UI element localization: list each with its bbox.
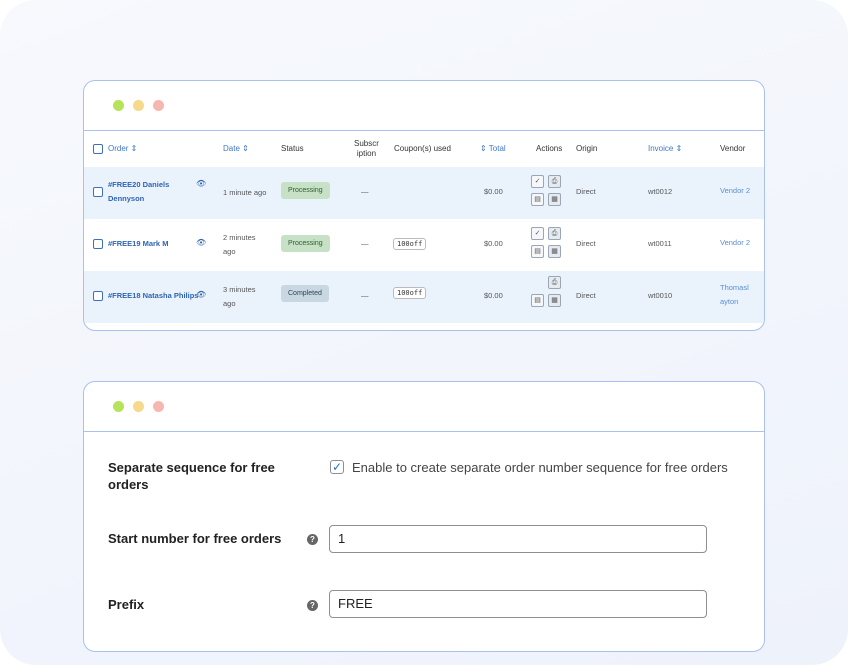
row-checkbox[interactable] <box>93 291 103 301</box>
packing-slip-action-icon[interactable]: ▦ <box>548 193 561 206</box>
window-titlebar <box>84 382 764 432</box>
order-date: 1 minute ago <box>223 187 266 199</box>
invoice-number: wt0012 <box>648 187 673 196</box>
invoice-action-icon[interactable]: ▤ <box>531 193 544 206</box>
settings-window: Separate sequence for free orders ✓ Enab… <box>83 381 765 652</box>
order-link-line2[interactable]: Dennyson <box>108 194 144 203</box>
orders-window: Order ⇕ Date ⇕ Status Subscr iption Coup… <box>83 80 765 331</box>
order-date-line2: ago <box>223 247 236 256</box>
invoice-action-icon[interactable]: ▤ <box>531 245 544 258</box>
row-checkbox[interactable] <box>93 187 103 197</box>
order-date-line1: 2 minutes <box>223 233 256 242</box>
col-order[interactable]: Order ⇕ <box>108 144 137 154</box>
order-origin: Direct <box>576 187 596 196</box>
order-total: $0.00 <box>484 187 503 196</box>
order-link[interactable]: #FREE20 Daniels Dennyson <box>108 178 169 206</box>
prefix-input[interactable]: FREE <box>329 590 707 618</box>
start-number-label: Start number for free orders <box>108 531 282 546</box>
separate-sequence-checkbox-text[interactable]: Enable to create separate order number s… <box>352 460 728 475</box>
window-close-dot[interactable] <box>153 401 164 412</box>
window-close-dot[interactable] <box>153 100 164 111</box>
window-maximize-dot[interactable] <box>113 100 124 111</box>
order-date-line2: ago <box>223 299 236 308</box>
col-total[interactable]: ⇕ Total <box>480 144 506 154</box>
subscription-value: — <box>361 239 369 248</box>
col-subscription-line1: Subscr <box>354 139 379 148</box>
col-coupons: Coupon(s) used <box>394 144 451 153</box>
order-total: $0.00 <box>484 291 503 300</box>
col-actions: Actions <box>536 144 563 153</box>
invoice-action-icon[interactable]: ▤ <box>531 294 544 307</box>
table-row: #FREE20 Daniels Dennyson 👁 1 minute ago … <box>84 167 764 219</box>
window-maximize-dot[interactable] <box>113 401 124 412</box>
separate-sequence-checkbox[interactable]: ✓ <box>330 460 344 474</box>
preview-eye-icon[interactable]: 👁 <box>196 290 206 299</box>
order-origin: Direct <box>576 291 596 300</box>
row-checkbox[interactable] <box>93 239 103 249</box>
status-badge: Processing <box>281 182 330 199</box>
vendor-link-line1[interactable]: Thomasl <box>720 283 749 292</box>
window-minimize-dot[interactable] <box>133 100 144 111</box>
vendor-link[interactable]: Thomasl ayton <box>720 281 749 309</box>
coupon-code[interactable]: 100off <box>393 287 427 299</box>
col-subscription: Subscr iption <box>354 139 379 159</box>
col-subscription-line2: iption <box>356 149 377 158</box>
col-status: Status <box>281 144 304 153</box>
print-action-icon[interactable]: ⎙ <box>548 276 561 289</box>
order-date-line1: 1 minute ago <box>223 188 267 197</box>
print-action-icon[interactable]: ⎙ <box>548 175 561 188</box>
col-vendor: Vendor <box>720 144 746 153</box>
invoice-number: wt0011 <box>648 239 672 248</box>
vendor-link-line2[interactable]: ayton <box>720 297 738 306</box>
table-row: #FREE18 Natasha Philips 👁 3 minutes ago … <box>84 271 764 323</box>
preview-eye-icon[interactable]: 👁 <box>196 238 206 247</box>
preview-eye-icon[interactable]: 👁 <box>196 179 206 188</box>
vendor-link[interactable]: Vendor 2 <box>720 184 750 198</box>
vendor-link[interactable]: Vendor 2 <box>720 236 750 250</box>
table-header: Order ⇕ Date ⇕ Status Subscr iption Coup… <box>84 131 764 167</box>
separate-sequence-label: Separate sequence for free orders <box>108 459 275 493</box>
col-origin: Origin <box>576 144 598 153</box>
order-date-line1: 3 minutes <box>223 285 256 294</box>
subscription-value: — <box>361 187 369 196</box>
coupon-code[interactable]: 100off <box>393 238 427 250</box>
invoice-number: wt0010 <box>648 291 673 300</box>
complete-action-icon[interactable]: ✓ <box>531 175 544 188</box>
order-link[interactable]: #FREE19 Mark M <box>108 237 168 251</box>
order-date: 3 minutes ago <box>223 283 256 311</box>
order-origin: Direct <box>576 239 596 248</box>
complete-action-icon[interactable]: ✓ <box>531 227 544 240</box>
start-number-input[interactable]: 1 <box>329 525 707 553</box>
subscription-value: — <box>361 291 369 300</box>
table-row: #FREE19 Mark M 👁 2 minutes ago Processin… <box>84 219 764 271</box>
help-icon[interactable]: ? <box>307 534 318 545</box>
col-invoice[interactable]: Invoice ⇕ <box>648 144 682 154</box>
packing-slip-action-icon[interactable]: ▦ <box>548 245 561 258</box>
packing-slip-action-icon[interactable]: ▦ <box>548 294 561 307</box>
window-minimize-dot[interactable] <box>133 401 144 412</box>
vendor-link-line1[interactable]: Vendor 2 <box>720 186 750 195</box>
order-date: 2 minutes ago <box>223 231 256 259</box>
separate-sequence-label-line2: orders <box>108 477 149 492</box>
col-date[interactable]: Date ⇕ <box>223 144 249 154</box>
status-badge: Processing <box>281 235 330 252</box>
window-titlebar <box>84 81 764 131</box>
prefix-label: Prefix <box>108 597 145 612</box>
print-action-icon[interactable]: ⎙ <box>548 227 561 240</box>
separate-sequence-label-line1: Separate sequence for free <box>108 460 275 475</box>
order-total: $0.00 <box>484 239 503 248</box>
order-link-line1[interactable]: #FREE20 Daniels <box>108 180 169 189</box>
order-link[interactable]: #FREE18 Natasha Philips <box>108 289 198 303</box>
status-badge: Completed <box>281 285 329 302</box>
help-icon[interactable]: ? <box>307 600 318 611</box>
select-all-checkbox[interactable] <box>93 144 103 154</box>
